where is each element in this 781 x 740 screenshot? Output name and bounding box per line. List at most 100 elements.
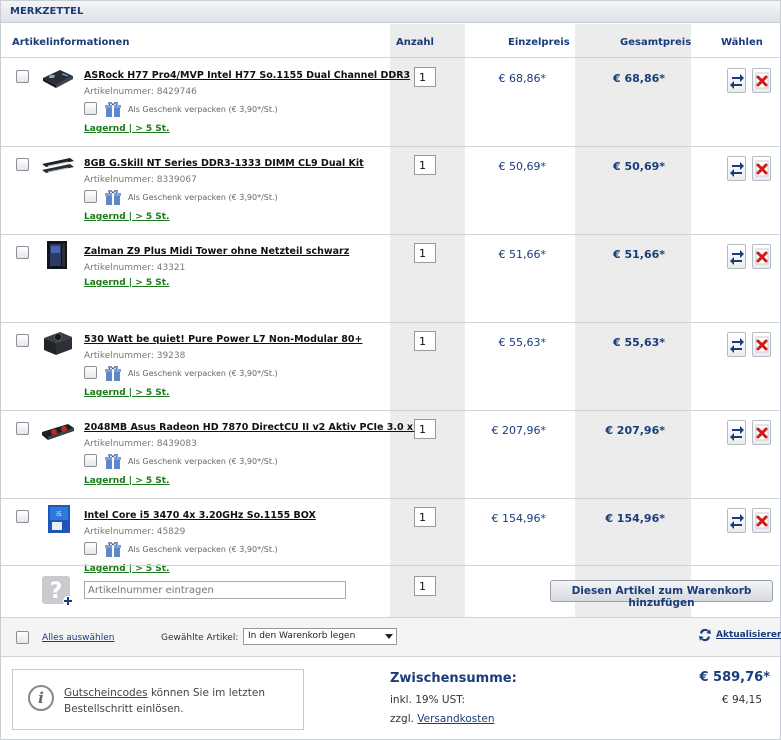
product-name-link[interactable]: 8GB G.Skill NT Series DDR3-1333 DIMM CL9… bbox=[84, 158, 364, 169]
header-article-info: Artikelinformationen bbox=[12, 37, 130, 48]
subtotal-value: € 589,76* bbox=[699, 670, 770, 685]
header-divider bbox=[1, 57, 780, 58]
panel-title: MERKZETTEL bbox=[10, 6, 84, 17]
delete-item-button[interactable] bbox=[752, 332, 771, 357]
quantity-input[interactable]: 1 bbox=[414, 155, 436, 175]
delete-item-button[interactable] bbox=[752, 508, 771, 533]
delete-item-button[interactable] bbox=[752, 68, 771, 93]
gift-icon bbox=[104, 188, 122, 206]
total-price: € 154,96* bbox=[605, 512, 665, 525]
voucher-text-line2: Bestellschritt einlösen. bbox=[64, 703, 184, 715]
product-thumbnail: i5 bbox=[40, 504, 76, 534]
move-to-cart-button[interactable] bbox=[727, 156, 746, 181]
product-name-link[interactable]: Intel Core i5 3470 4x 3.20GHz So.1155 BO… bbox=[84, 510, 316, 521]
select-all-link[interactable]: Alles auswählen bbox=[42, 633, 114, 643]
subtotal-label: Zwischensumme: bbox=[390, 671, 517, 686]
total-price: € 51,66* bbox=[612, 248, 665, 261]
total-price: € 55,63* bbox=[612, 336, 665, 349]
total-column-shade bbox=[575, 24, 691, 617]
quantity-input[interactable]: 1 bbox=[414, 507, 436, 527]
article-number: Artikelnummer: 39238 bbox=[84, 351, 186, 361]
svg-text:i5: i5 bbox=[56, 511, 62, 518]
gift-wrap-checkbox[interactable] bbox=[84, 190, 97, 203]
info-icon: i bbox=[28, 685, 54, 711]
quantity-input[interactable]: 1 bbox=[414, 331, 436, 351]
move-to-cart-button[interactable] bbox=[727, 68, 746, 93]
gift-wrap-checkbox[interactable] bbox=[84, 542, 97, 555]
gift-wrap-checkbox[interactable] bbox=[84, 366, 97, 379]
voucher-codes-link[interactable]: Gutscheincodes bbox=[64, 687, 148, 699]
article-number: Artikelnummer: 8429746 bbox=[84, 87, 197, 97]
product-thumbnail bbox=[40, 240, 76, 270]
refresh-link[interactable]: Aktualisieren bbox=[716, 630, 781, 640]
item-select-checkbox[interactable] bbox=[16, 334, 29, 347]
vat-label: inkl. 19% UST: bbox=[390, 694, 466, 706]
add-to-cart-button[interactable]: Diesen Artikel zum Warenkorb hinzufügen bbox=[550, 580, 773, 609]
row-divider bbox=[1, 410, 780, 411]
stock-status: Lagernd | > 5 St. bbox=[84, 476, 170, 486]
add-row-divider bbox=[1, 565, 780, 566]
move-to-cart-button[interactable] bbox=[727, 420, 746, 445]
stock-status: Lagernd | > 5 St. bbox=[84, 212, 170, 222]
voucher-text-line1: können Sie im letzten bbox=[147, 687, 265, 699]
panel-titlebar: MERKZETTEL bbox=[1, 1, 780, 23]
header-total-price: Gesamtpreis bbox=[620, 37, 692, 48]
chosen-action-select[interactable]: In den Warenkorb legen bbox=[243, 628, 397, 645]
item-select-checkbox[interactable] bbox=[16, 70, 29, 83]
unit-price: € 55,63* bbox=[498, 336, 547, 349]
move-to-cart-button[interactable] bbox=[727, 244, 746, 269]
add-qty-input[interactable]: 1 bbox=[414, 576, 436, 596]
gift-icon bbox=[104, 100, 122, 118]
article-number: Artikelnummer: 8439083 bbox=[84, 439, 197, 449]
select-all-checkbox[interactable] bbox=[16, 631, 29, 644]
shipping-costs-link[interactable]: Versandkosten bbox=[417, 713, 494, 725]
unit-price: € 50,69* bbox=[498, 160, 547, 173]
delete-item-button[interactable] bbox=[752, 156, 771, 181]
refresh-icon[interactable] bbox=[698, 627, 712, 643]
item-select-checkbox[interactable] bbox=[16, 422, 29, 435]
article-number-input[interactable] bbox=[84, 581, 346, 599]
unit-price: € 207,96* bbox=[491, 424, 546, 437]
move-to-cart-button[interactable] bbox=[727, 508, 746, 533]
qty-column-shade bbox=[390, 24, 465, 617]
item-select-checkbox[interactable] bbox=[16, 158, 29, 171]
gift-wrap-checkbox[interactable] bbox=[84, 454, 97, 467]
quantity-input[interactable]: 1 bbox=[414, 67, 436, 87]
product-thumbnail bbox=[40, 328, 76, 358]
delete-item-button[interactable] bbox=[752, 420, 771, 445]
stock-status: Lagernd | > 5 St. bbox=[84, 124, 170, 134]
row-divider bbox=[1, 234, 780, 235]
header-unit-price: Einzelpreis bbox=[508, 37, 570, 48]
unknown-article-icon: ? bbox=[41, 575, 74, 607]
product-name-link[interactable]: 2048MB Asus Radeon HD 7870 DirectCU II v… bbox=[84, 422, 426, 433]
product-thumbnail bbox=[40, 64, 76, 94]
row-divider bbox=[1, 146, 780, 147]
shipping-line: zzgl. Versandkosten bbox=[390, 713, 494, 725]
article-number: Artikelnummer: 43321 bbox=[84, 263, 186, 273]
voucher-text: Gutscheincodes können Sie im letzten Bes… bbox=[64, 685, 265, 717]
row-divider bbox=[1, 322, 780, 323]
row-divider bbox=[1, 498, 780, 499]
total-price: € 50,69* bbox=[612, 160, 665, 173]
product-name-link[interactable]: ASRock H77 Pro4/MVP Intel H77 So.1155 Du… bbox=[84, 70, 410, 81]
vat-value: € 94,15 bbox=[721, 694, 762, 706]
gift-icon bbox=[104, 452, 122, 470]
move-to-cart-button[interactable] bbox=[727, 332, 746, 357]
product-name-link[interactable]: Zalman Z9 Plus Midi Tower ohne Netzteil … bbox=[84, 246, 349, 257]
quantity-input[interactable]: 1 bbox=[414, 243, 436, 263]
gift-wrap-label: Als Geschenk verpacken (€ 3,90*/St.) bbox=[128, 369, 278, 378]
unit-price: € 154,96* bbox=[491, 512, 546, 525]
gift-wrap-label: Als Geschenk verpacken (€ 3,90*/St.) bbox=[128, 457, 278, 466]
product-name-link[interactable]: 530 Watt be quiet! Pure Power L7 Non-Mod… bbox=[84, 334, 362, 345]
gift-wrap-checkbox[interactable] bbox=[84, 102, 97, 115]
quantity-input[interactable]: 1 bbox=[414, 419, 436, 439]
gift-wrap-label: Als Geschenk verpacken (€ 3,90*/St.) bbox=[128, 105, 278, 114]
item-select-checkbox[interactable] bbox=[16, 510, 29, 523]
delete-item-button[interactable] bbox=[752, 244, 771, 269]
header-quantity: Anzahl bbox=[396, 37, 434, 48]
item-select-checkbox[interactable] bbox=[16, 246, 29, 259]
unit-price: € 51,66* bbox=[498, 248, 547, 261]
stock-status: Lagernd | > 5 St. bbox=[84, 278, 170, 288]
svg-text:?: ? bbox=[50, 579, 63, 604]
chosen-articles-label: Gewählte Artikel: bbox=[161, 633, 239, 643]
